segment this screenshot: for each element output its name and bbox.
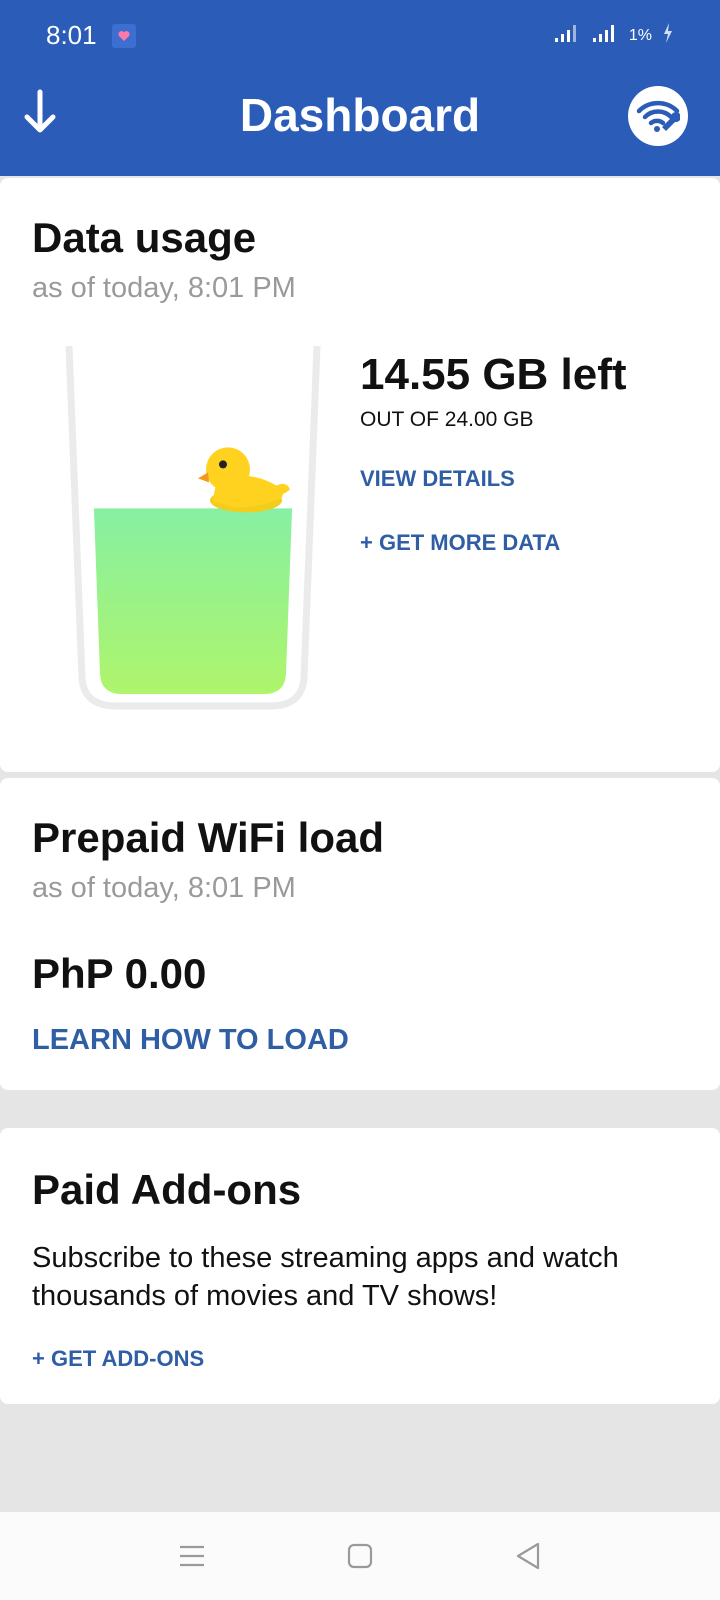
home-icon[interactable] bbox=[336, 1532, 384, 1580]
data-glass-illustration bbox=[64, 345, 334, 723]
page-title: Dashboard bbox=[239, 89, 481, 141]
status-indicators: 1% bbox=[553, 22, 674, 49]
signal-icon-2 bbox=[591, 22, 619, 49]
wifi-load-title: Prepaid WiFi load bbox=[32, 814, 384, 861]
system-navigation-bar bbox=[0, 1512, 720, 1600]
status-time: 8:01 bbox=[46, 20, 97, 50]
battery-level: 1% bbox=[628, 26, 652, 44]
menu-icon[interactable] bbox=[168, 1532, 216, 1580]
learn-how-to-load-link[interactable]: LEARN HOW TO LOAD bbox=[32, 1024, 349, 1057]
signal-icon bbox=[553, 22, 581, 49]
data-remaining-liquid bbox=[88, 508, 298, 694]
wifi-load-timestamp: as of today, 8:01 PM bbox=[32, 872, 296, 904]
data-usage-title: Data usage bbox=[32, 214, 257, 261]
get-addons-link[interactable]: + GET ADD-ONS bbox=[32, 1346, 204, 1372]
data-usage-timestamp: as of today, 8:01 PM bbox=[32, 272, 296, 304]
addons-title: Paid Add-ons bbox=[32, 1166, 302, 1213]
data-remaining-value: 14.55 GB left bbox=[360, 350, 627, 399]
data-total-value: OUT OF 24.00 GB bbox=[360, 408, 534, 431]
top-app-bar: 8:01 1% Dashboard bbox=[0, 0, 720, 176]
notification-app-icon bbox=[112, 24, 136, 48]
arrow-down-icon[interactable] bbox=[18, 84, 62, 140]
back-icon[interactable] bbox=[504, 1532, 552, 1580]
charging-icon bbox=[662, 22, 674, 49]
addons-description: Subscribe to these streaming apps and wa… bbox=[32, 1242, 619, 1312]
wifi-load-balance: PhP 0.00 bbox=[32, 950, 207, 997]
wifi-settings-icon[interactable] bbox=[628, 86, 688, 146]
rubber-duck-icon bbox=[198, 447, 290, 513]
view-details-link[interactable]: VIEW DETAILS bbox=[360, 466, 515, 492]
get-more-data-link[interactable]: + GET MORE DATA bbox=[360, 530, 560, 556]
